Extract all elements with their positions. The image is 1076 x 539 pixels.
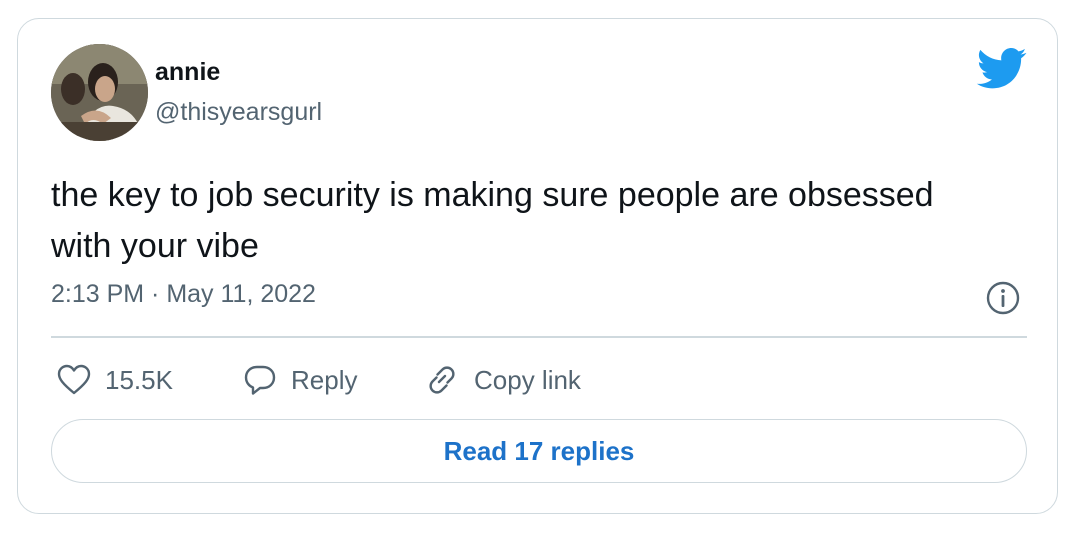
speech-bubble-icon (244, 365, 276, 395)
tweet-timestamp[interactable]: 2:13 PM · May 11, 2022 (51, 280, 316, 309)
copy-link-button[interactable]: Copy link (424, 362, 581, 398)
reply-label: Reply (291, 364, 358, 395)
info-icon[interactable] (985, 280, 1021, 316)
avatar-photo (51, 44, 148, 141)
author-name[interactable]: annie (155, 58, 220, 87)
tweet-text: the key to job security is making sure p… (51, 176, 934, 265)
reply-button[interactable]: Reply (243, 362, 357, 398)
read-replies-label: Read 17 replies (443, 435, 635, 466)
author-handle[interactable]: @thisyearsgurl (155, 98, 322, 127)
avatar[interactable] (51, 44, 148, 141)
divider (51, 336, 1027, 338)
heart-icon (57, 364, 91, 395)
link-icon (429, 366, 455, 394)
read-replies-button[interactable]: Read 17 replies (51, 419, 1027, 483)
like-button[interactable]: 15.5K (57, 362, 173, 398)
like-count: 15.5K (105, 364, 173, 395)
twitter-bird-icon[interactable] (976, 48, 1028, 90)
copy-link-label: Copy link (474, 364, 581, 395)
